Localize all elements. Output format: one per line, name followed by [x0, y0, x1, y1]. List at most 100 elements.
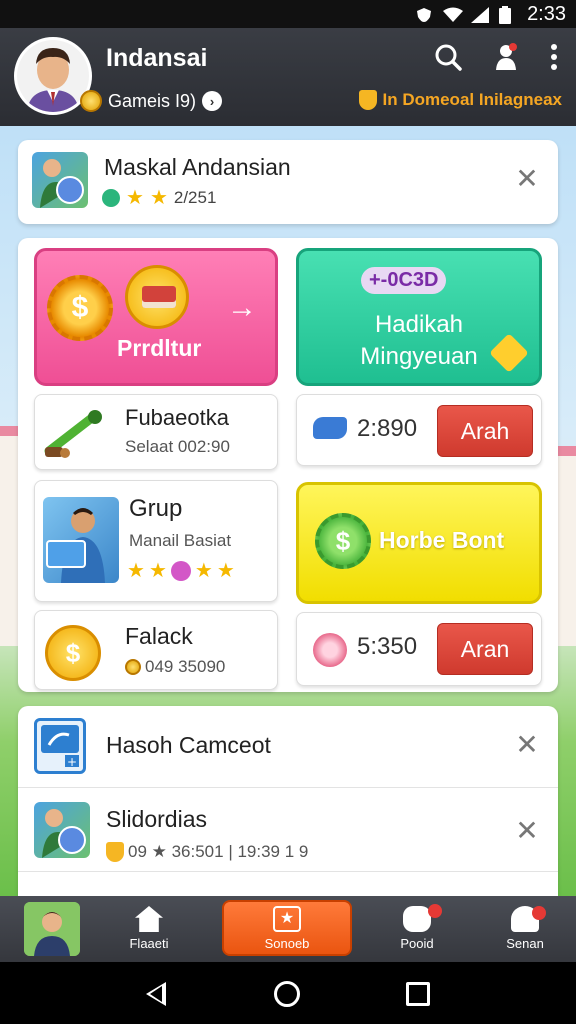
card-title: Maskal Andansian: [104, 154, 291, 180]
tile-code: +-0C3D: [361, 267, 447, 294]
game-thumbnail: [34, 802, 90, 858]
grup-thumbnail: [43, 497, 119, 583]
tile-label: Horbe Bont: [379, 527, 505, 553]
status-time: 2:33: [527, 2, 566, 25]
horbe-bont-tile[interactable]: $ Horbe Bont: [296, 482, 542, 604]
coin-icon: [80, 90, 102, 112]
chevron-right-icon[interactable]: ›: [202, 91, 223, 111]
recents-icon[interactable]: [406, 982, 430, 1006]
list-item-title: Slidordias: [106, 806, 207, 832]
header-actions: [434, 42, 558, 77]
list-panel: + Hasoh Camceot ✕ Slidordias 09 ★ 36:501…: [18, 706, 558, 896]
battery-icon: [499, 6, 517, 24]
value-card-2: 5:350 Aran: [296, 612, 542, 686]
notification-badge: [428, 904, 442, 918]
falack-card[interactable]: $ Falack 049 35090: [34, 610, 278, 690]
star-icon: ★: [148, 560, 167, 582]
tile-label: Prrdltur: [117, 335, 202, 361]
house-right: [556, 446, 576, 646]
card-subtitle: 049 35090: [125, 657, 225, 677]
shield-icon: [106, 842, 124, 862]
list-item-meta: 09 ★ 36:501 | 19:39 1 9: [106, 842, 308, 862]
nav-label: Pooid: [400, 936, 434, 951]
star-icon: ★: [216, 560, 235, 582]
card-meta-text: 2/251: [173, 188, 217, 207]
badge-icon: [170, 561, 191, 581]
card-subtitle: Manail Basiat: [129, 531, 232, 550]
featured-card[interactable]: Maskal Andansian ★ ★ 2/251 ✕: [18, 140, 558, 224]
close-icon[interactable]: ✕: [512, 164, 542, 194]
star-icon: ★: [126, 187, 144, 209]
tile-label-line1: Hadikah: [374, 311, 464, 338]
lever-icon: [43, 407, 107, 459]
nav-sonoeb[interactable]: ★ Sonoeb: [222, 900, 352, 956]
home-icon: [135, 906, 163, 932]
star-box-icon: ★: [273, 906, 301, 932]
nav-label: Senan: [506, 936, 544, 951]
gamepad-icon: [403, 906, 431, 932]
rating-badges: ★ ★ ★ ★: [127, 561, 235, 581]
produktur-tile[interactable]: $ → Prrdltur: [34, 248, 278, 386]
nav-home[interactable]: Flaaeti: [104, 902, 194, 958]
arrow-right-icon: →: [227, 291, 257, 324]
list-item[interactable]: + Hasoh Camceot ✕: [18, 706, 558, 788]
list-item-title: Hasoh Camceot: [106, 732, 271, 758]
status-bar: 2:33: [0, 0, 576, 28]
card-title: Grup: [129, 495, 183, 522]
grup-card[interactable]: Grup Manail Basiat ★ ★ ★ ★: [34, 480, 278, 602]
value-text: 2:890: [357, 415, 418, 442]
aran-button[interactable]: Aran: [437, 623, 533, 675]
notification-icon[interactable]: [492, 42, 520, 77]
coin-icon: [125, 659, 141, 675]
header-link[interactable]: In Domeoal Inilagneax: [358, 90, 562, 110]
treasure-coin-icon: [125, 265, 189, 329]
arah-button[interactable]: Arah: [437, 405, 533, 457]
page-title: Indansai: [106, 44, 208, 72]
svg-text:+: +: [67, 755, 77, 769]
bottom-nav: Flaaeti ★ Sonoeb Pooid Senan: [0, 896, 576, 962]
nav-label: Sonoeb: [264, 936, 310, 951]
list-item[interactable]: Slidordias 09 ★ 36:501 | 19:39 1 9 ✕: [18, 790, 558, 872]
notification-badge: [532, 906, 546, 920]
card-meta: ★ ★ 2/251: [102, 188, 216, 208]
system-nav-bar: [0, 962, 576, 1024]
shield-icon: [358, 90, 377, 110]
game-thumbnail: [32, 152, 88, 208]
close-icon[interactable]: ✕: [512, 816, 542, 846]
card-subtitle: Selaat 002:90: [125, 437, 230, 456]
signal-icon: [471, 6, 490, 23]
header-subtitle-text: Gameis I9): [108, 90, 197, 111]
card-subtitle-text: 049 35090: [145, 657, 226, 676]
shield-status-icon: [415, 6, 433, 22]
star-icon: ★: [127, 560, 145, 582]
nav-avatar[interactable]: [24, 902, 80, 956]
gear-coin-icon: $: [47, 275, 113, 341]
nav-senan[interactable]: Senan: [480, 902, 570, 958]
list-item-meta-text: 09 ★ 36:501 | 19:39 1 9: [128, 842, 309, 861]
dollar-coin-icon: $: [45, 625, 101, 681]
app-header: Indansai Gameis I9) › In Domeoal Inilagn…: [0, 28, 576, 126]
calculator-icon: +: [34, 718, 86, 774]
search-icon[interactable]: [434, 43, 462, 76]
nav-pool[interactable]: Pooid: [372, 902, 462, 958]
header-subtitle[interactable]: Gameis I9) ›: [80, 90, 223, 112]
wifi-icon: [443, 6, 464, 22]
star-icon: ★: [149, 187, 168, 209]
back-icon[interactable]: [146, 982, 166, 1006]
value-card-1: 2:890 Arah: [296, 394, 542, 466]
value-text: 5:350: [357, 633, 418, 660]
nav-label: Flaaeti: [129, 936, 169, 951]
status-dot-icon: [102, 189, 120, 207]
main-grid-panel: $ → Prrdltur +-0C3D Hadikah Mingyeuan Fu…: [18, 238, 558, 692]
house-left: [0, 426, 20, 646]
star-icon: ★: [194, 560, 213, 582]
fubaeotka-card[interactable]: Fubaeotka Selaat 002:90: [34, 394, 278, 470]
close-icon[interactable]: ✕: [512, 730, 542, 760]
more-vert-icon[interactable]: [550, 43, 558, 76]
card-title: Falack: [125, 623, 193, 649]
home-circle-icon[interactable]: [274, 981, 300, 1007]
green-gear-icon: $: [315, 513, 371, 569]
flower-icon: [313, 633, 347, 667]
hadikah-tile[interactable]: +-0C3D Hadikah Mingyeuan: [296, 248, 542, 386]
card-title: Fubaeotka: [125, 405, 229, 430]
